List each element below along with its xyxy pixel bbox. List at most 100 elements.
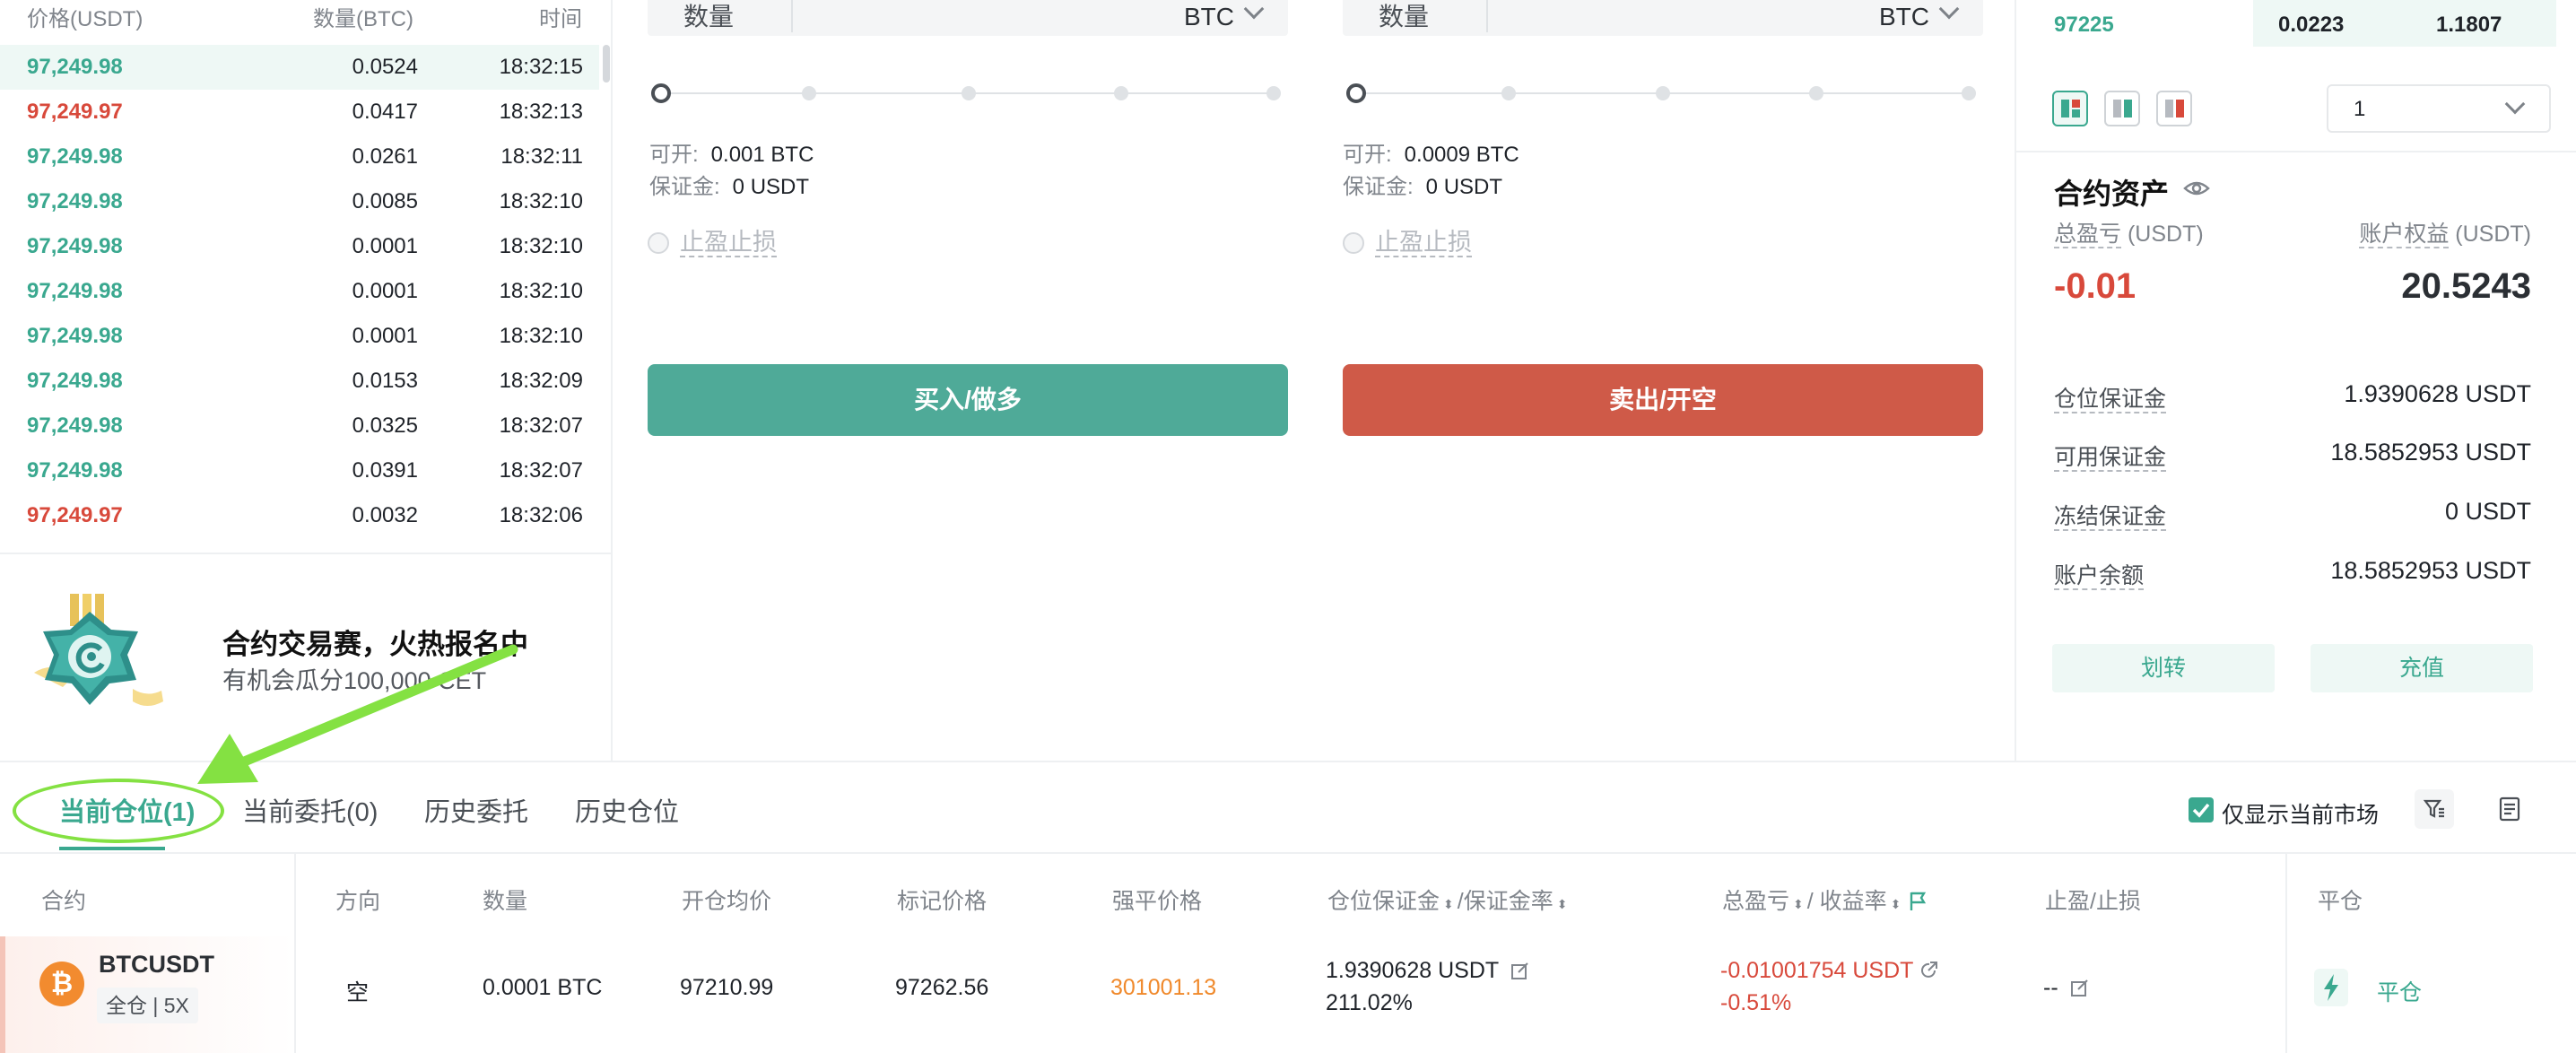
edit-icon[interactable] xyxy=(2070,978,2090,997)
position-qty: 0.0001 BTC xyxy=(483,975,603,1000)
pnl-unit: (USDT) xyxy=(2127,222,2204,247)
share-icon[interactable] xyxy=(1919,961,1939,980)
divider xyxy=(294,854,296,1053)
equity-label[interactable]: 账户权益 (USDT) xyxy=(2359,216,2531,248)
sort-icon[interactable]: ⬍ xyxy=(1891,897,1902,911)
current-market-label[interactable]: 仅显示当前市场 xyxy=(2222,797,2379,830)
buy-slider-handle[interactable] xyxy=(651,83,671,103)
sell-slider-handle[interactable] xyxy=(1346,83,1366,103)
buy-margin: 保证金: 0 USDT xyxy=(649,169,809,200)
buy-tpsl-label: 止盈止损 xyxy=(680,229,777,257)
trade-price: 97,249.98 xyxy=(27,279,123,303)
trade-time: 18:32:15 xyxy=(499,55,583,79)
buy-margin-value: 0 USDT xyxy=(732,175,810,199)
account-balance-value: 18.5852953 USDT xyxy=(2330,557,2531,584)
trade-row[interactable]: 97,249.98 0.0391 18:32:07 xyxy=(0,448,599,493)
trade-row[interactable]: 97,249.98 0.0001 18:32:10 xyxy=(0,314,599,359)
buy-tpsl-checkbox[interactable]: 止盈止损 xyxy=(648,222,777,257)
trade-time: 18:32:10 xyxy=(499,189,583,213)
sell-short-button[interactable]: 卖出/开空 xyxy=(1343,364,1983,436)
trade-row[interactable]: 97,249.98 0.0085 18:32:10 xyxy=(0,179,599,224)
sell-slider-step[interactable] xyxy=(1809,86,1823,100)
orderbook-layout-buy-icon[interactable] xyxy=(2104,91,2140,126)
position-symbol[interactable]: BTCUSDT xyxy=(99,951,214,979)
orderbook-qty: 0.0223 xyxy=(2278,13,2345,37)
trade-price: 97,249.98 xyxy=(27,189,123,213)
sell-slider-step[interactable] xyxy=(1656,86,1670,100)
sort-icon[interactable]: ⬍ xyxy=(1443,897,1454,911)
trade-price: 97,249.98 xyxy=(27,413,123,438)
trade-qty: 0.0391 xyxy=(352,458,418,483)
edit-icon[interactable] xyxy=(1510,961,1530,980)
trade-price: 97,249.97 xyxy=(27,503,123,527)
position-margin-rate: 211.02% xyxy=(1326,990,1413,1015)
trades-scrollbar[interactable] xyxy=(603,45,610,83)
sell-available-label: 可开: xyxy=(1343,143,1392,167)
divider xyxy=(2015,151,2576,152)
col-position-margin[interactable]: 仓位保证金 ⬍/保证金率 ⬍ xyxy=(1327,883,1567,916)
account-balance-label-text: 账户余额 xyxy=(2054,563,2145,590)
sell-tpsl-checkbox[interactable]: 止盈止损 xyxy=(1343,222,1472,257)
trade-qty: 0.0261 xyxy=(352,144,418,169)
frozen-margin-label[interactable]: 冻结保证金 xyxy=(2054,499,2167,531)
trade-row[interactable]: 97,249.98 0.0261 18:32:11 xyxy=(0,135,599,179)
trade-row[interactable]: 97,249.97 0.0417 18:32:13 xyxy=(0,90,599,135)
filter-settings-icon[interactable] xyxy=(2415,789,2454,829)
divider xyxy=(2285,854,2287,1053)
lightning-icon[interactable] xyxy=(2314,969,2348,1006)
divider xyxy=(1486,0,1488,32)
trade-row[interactable]: 97,249.98 0.0524 18:32:15 xyxy=(0,45,599,90)
sort-icon[interactable]: ⬍ xyxy=(1557,897,1568,911)
orderbook-price[interactable]: 97225 xyxy=(2054,13,2114,38)
buy-slider-step[interactable] xyxy=(802,86,816,100)
sell-margin-label: 保证金: xyxy=(1343,175,1414,199)
col-pnl[interactable]: 总盈亏 ⬍ / 收益率 ⬍ xyxy=(1722,883,1928,916)
trade-row[interactable]: 97,249.98 0.0325 18:32:07 xyxy=(0,404,599,448)
document-icon[interactable] xyxy=(2490,789,2529,829)
trade-price: 97,249.98 xyxy=(27,324,123,348)
buy-unit-label: BTC xyxy=(1184,3,1234,30)
buy-long-button[interactable]: 买入/做多 xyxy=(648,364,1288,436)
sell-qty-input[interactable]: 数量 BTC xyxy=(1343,0,1983,36)
trade-row[interactable]: 97,249.98 0.0153 18:32:09 xyxy=(0,359,599,404)
radio-circle-icon[interactable] xyxy=(1343,232,1364,254)
trade-price: 97,249.98 xyxy=(27,144,123,169)
col-liq-price: 强平价格 xyxy=(1112,889,1203,914)
radio-circle-icon[interactable] xyxy=(648,232,669,254)
col-direction: 方向 xyxy=(335,889,381,914)
buy-slider-step[interactable] xyxy=(1114,86,1128,100)
buy-slider-step[interactable] xyxy=(962,86,976,100)
trade-time: 18:32:07 xyxy=(499,458,583,483)
transfer-button[interactable]: 划转 xyxy=(2052,644,2275,692)
account-balance-label[interactable]: 账户余额 xyxy=(2054,558,2145,590)
position-pnl-cell: -0.01001754 USDT xyxy=(1720,958,1939,984)
trade-qty: 0.0524 xyxy=(352,55,418,79)
orderbook-layout-sell-icon[interactable] xyxy=(2156,91,2192,126)
trade-row[interactable]: 97,249.98 0.0001 18:32:10 xyxy=(0,269,599,314)
position-tpsl-cell[interactable]: -- xyxy=(2043,975,2090,1001)
available-margin-label[interactable]: 可用保证金 xyxy=(2054,439,2167,472)
deposit-button[interactable]: 充值 xyxy=(2311,644,2533,692)
close-position-button[interactable]: 平仓 xyxy=(2377,975,2422,1007)
pnl-label[interactable]: 总盈亏 (USDT) xyxy=(2054,216,2204,248)
trade-price: 97,249.98 xyxy=(27,369,123,393)
trade-row[interactable]: 97,249.97 0.0032 18:32:06 xyxy=(0,493,599,538)
chevron-down-icon[interactable] xyxy=(1938,0,1960,20)
trades-header-time: 时间 xyxy=(539,7,582,31)
buy-slider-step[interactable] xyxy=(1266,86,1281,100)
position-margin-label[interactable]: 仓位保证金 xyxy=(2054,381,2167,413)
flag-icon[interactable] xyxy=(1908,891,1928,912)
tab-position-history[interactable]: 历史仓位 xyxy=(575,791,679,829)
buy-qty-input[interactable]: 数量 BTC xyxy=(648,0,1288,36)
sell-slider-step[interactable] xyxy=(1962,86,1976,100)
depth-precision-select[interactable]: 1 xyxy=(2327,84,2551,133)
chevron-down-icon[interactable] xyxy=(1243,0,1265,20)
orderbook-layout-both-icon[interactable] xyxy=(2052,91,2088,126)
sell-slider-step[interactable] xyxy=(1501,86,1516,100)
position-liq-price: 301001.13 xyxy=(1110,975,1217,1000)
eye-icon[interactable] xyxy=(2183,178,2210,199)
current-market-checkbox[interactable] xyxy=(2189,797,2214,822)
trade-time: 18:32:10 xyxy=(499,279,583,303)
trade-row[interactable]: 97,249.98 0.0001 18:32:10 xyxy=(0,224,599,269)
sort-icon[interactable]: ⬍ xyxy=(1793,897,1804,911)
